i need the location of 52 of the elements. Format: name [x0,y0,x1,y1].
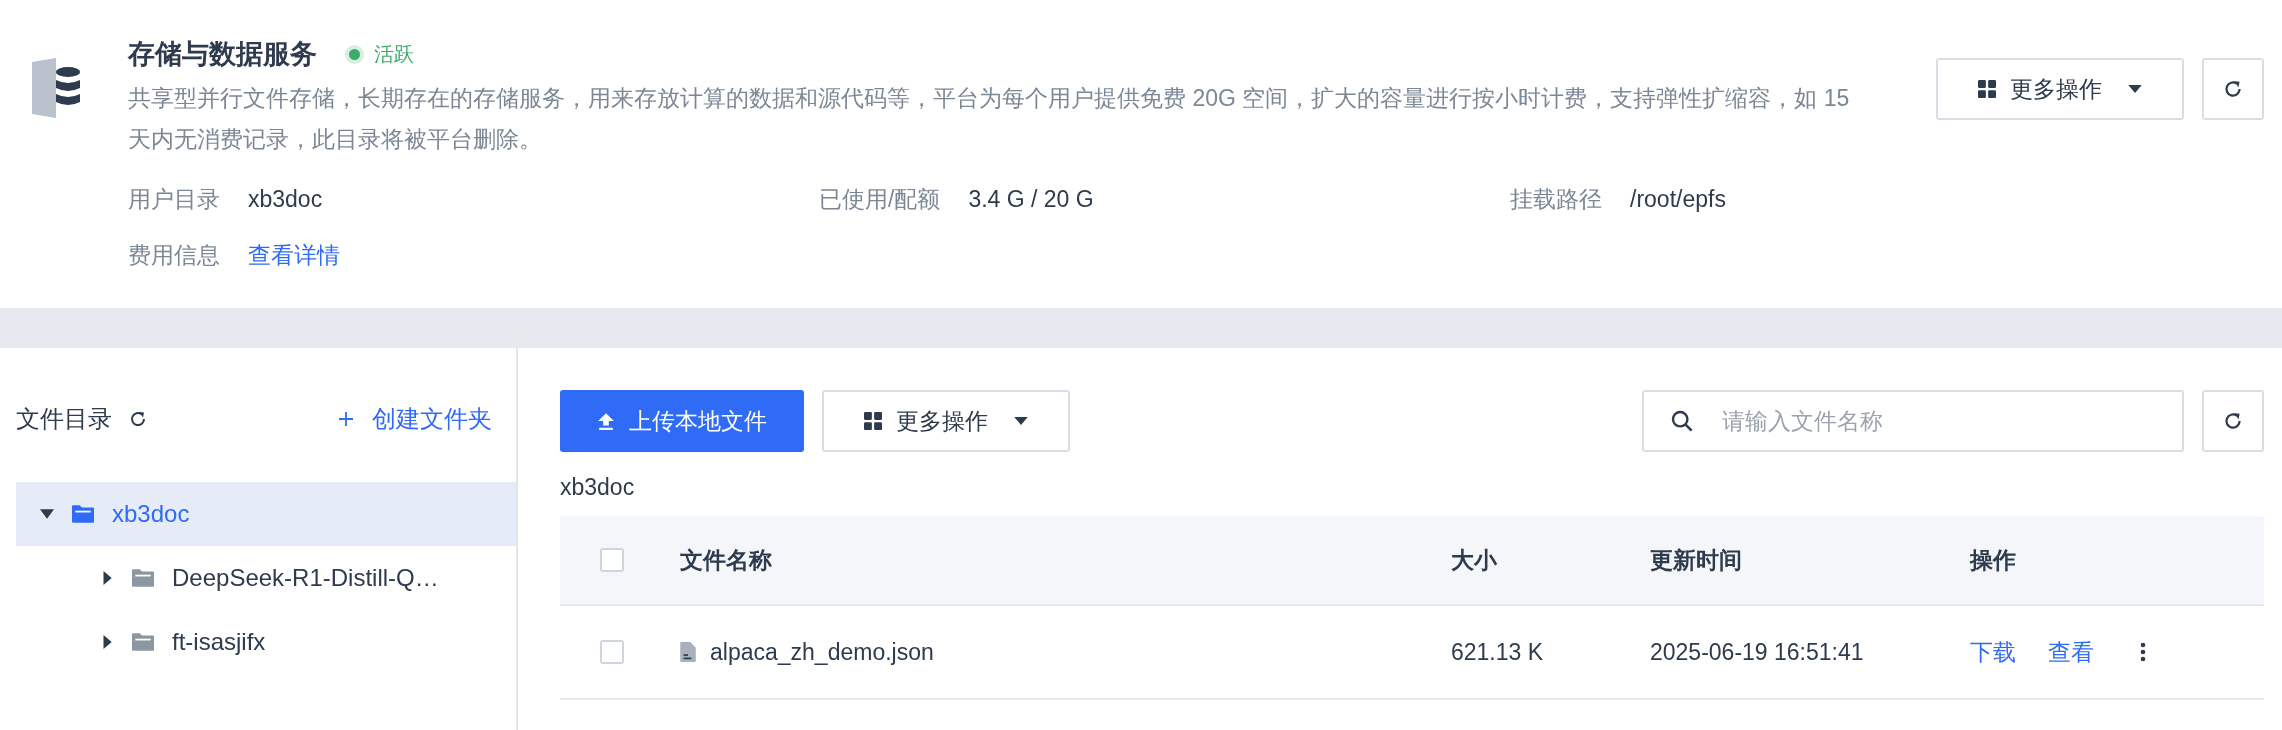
more-icon[interactable] [2140,641,2146,663]
column-header: 操作 [1970,545,2017,575]
service-title: 存储与数据服务 [128,38,317,71]
status-dot [349,48,360,60]
plus-icon [338,411,354,427]
refresh-icon [2222,78,2244,100]
database-icon [32,58,80,118]
info-value: 3.4 G / 20 G [968,185,1094,214]
caret-icon [2128,84,2142,94]
column-header: 更新时间 [1650,545,1743,575]
column-header: 文件名称 [680,545,773,575]
refresh-icon[interactable] [128,409,148,429]
more-actions-button[interactable]: 更多操作 [822,390,1070,452]
table-cell: 2025-06-19 16:51:41 [1650,638,1864,665]
upload-icon [597,412,615,430]
info-value: /root/epfs [1630,185,1726,214]
action-link[interactable]: 下载 [1970,636,2016,668]
grid-icon [864,412,882,430]
file-name: alpaca_zh_demo.json [710,638,934,666]
info-value: xb3doc [248,185,323,214]
folder-icon [132,633,154,651]
folder-icon [72,505,94,523]
search-icon [1670,409,1694,433]
caret-icon [40,507,54,521]
tree-item[interactable]: ft-isasjifx [16,610,516,674]
info-label: 挂载路径 [1510,185,1602,214]
info-label: 已使用/配额 [819,185,941,214]
details-link[interactable]: 查看详情 [248,240,340,270]
search-field[interactable]: 请输入文件名称 [1642,390,2184,452]
file-icon [680,642,696,662]
refresh-button[interactable] [2202,390,2264,452]
action-link[interactable]: 查看 [2048,636,2094,668]
checkbox[interactable] [600,548,624,572]
refresh-button[interactable] [2202,58,2264,120]
breadcrumb: xb3doc [560,473,635,502]
upload-button[interactable]: 上传本地文件 [560,390,804,452]
more-actions-button[interactable]: 更多操作 [1936,58,2184,120]
sidebar-title: 文件目录 [16,404,112,434]
checkbox[interactable] [600,640,624,664]
refresh-icon [2222,410,2244,432]
info-label: 费用信息 [128,241,220,270]
folder-icon [132,569,154,587]
status-label: 活跃 [374,41,414,67]
grid-icon [1978,80,1996,98]
tree-item[interactable]: DeepSeek-R1-Distill-Q… [16,546,516,610]
info-label: 用户目录 [128,185,220,214]
create-folder-button[interactable]: 创建文件夹 [338,403,492,435]
tree-item[interactable]: xb3doc [16,482,516,546]
column-header: 大小 [1451,545,1498,575]
caret-icon [1014,416,1028,426]
service-description: 共享型并行文件存储，长期存在的存储服务，用来存放计算的数据和源代码等，平台为每个用户提供免费 20G 空间，扩大的容量进行按小时计费，支持弹性扩缩容，如 15 天内无消费记录，此目录将被平台删除。 [128,84,1851,154]
table-cell: 621.13 K [1451,638,1544,665]
